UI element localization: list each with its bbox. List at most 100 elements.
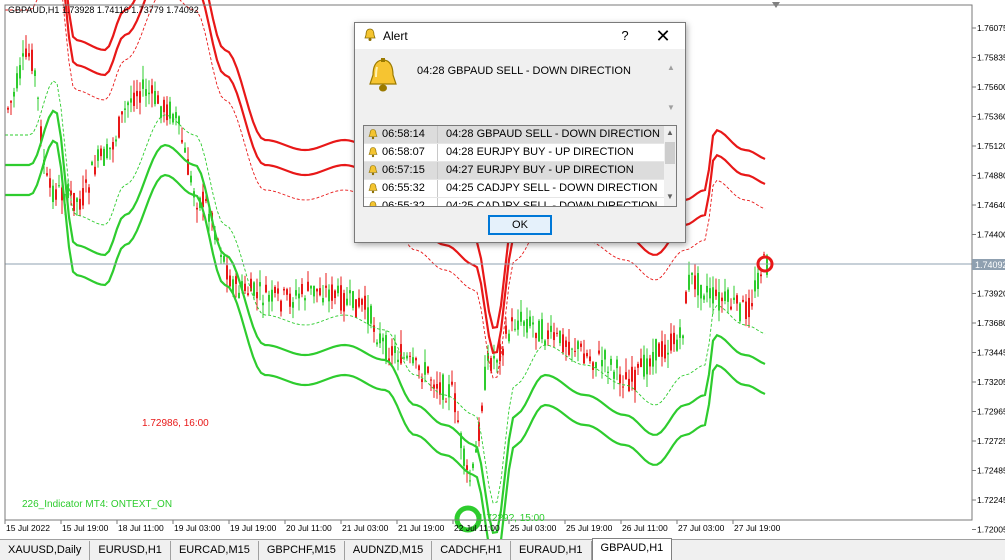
price-tick-label: 1.73205: [977, 377, 1005, 387]
candle-body: [19, 65, 21, 79]
scroll-up-icon[interactable]: ▲: [665, 63, 677, 72]
candle-body: [748, 297, 750, 318]
tab-audnzd-m15[interactable]: AUDNZD,M15: [345, 541, 433, 560]
scroll-up-icon[interactable]: ▲: [664, 128, 676, 137]
candle-body: [478, 422, 480, 441]
candle-body: [223, 255, 225, 262]
candle-body: [283, 288, 285, 291]
candle-body: [397, 359, 399, 363]
tab-xauusd-daily[interactable]: XAUUSD,Daily: [0, 541, 91, 560]
row-time: 06:55:32: [382, 182, 425, 194]
candle-body: [508, 333, 510, 342]
list-item[interactable]: 06:58:07 04:28 EURJPY BUY - UP DIRECTION: [364, 144, 664, 162]
candle-body: [721, 297, 723, 302]
candle-body: [595, 362, 597, 369]
candle-body: [730, 306, 732, 310]
ok-button[interactable]: OK: [488, 215, 552, 235]
candle-body: [352, 291, 354, 308]
list-item[interactable]: 06:55:32 04:25 CADJPY SELL - DOWN DIRECT…: [364, 198, 664, 206]
candle-body: [292, 302, 294, 308]
candle-body: [301, 284, 303, 295]
candle-body: [565, 340, 567, 347]
candle-body: [91, 161, 93, 166]
candle-body: [652, 351, 654, 367]
candle-body: [31, 49, 33, 71]
candle-body: [418, 365, 420, 371]
candle-body: [688, 274, 690, 290]
tab-gbpaud-h1[interactable]: GBPAUD,H1: [591, 538, 673, 560]
candle-body: [25, 48, 27, 57]
candle-body: [517, 320, 519, 330]
candle-body: [271, 289, 273, 302]
candle-body: [550, 325, 552, 332]
tab-cadchf-h1[interactable]: CADCHF,H1: [432, 541, 511, 560]
row-text: 04:25 CADJPY SELL - DOWN DIRECTION: [446, 182, 658, 194]
candle-body: [13, 91, 15, 97]
scroll-thumb[interactable]: [665, 142, 675, 164]
message-scrollbar[interactable]: ▲ ▼: [665, 63, 677, 113]
candle-body: [382, 337, 384, 342]
candle-body: [610, 358, 612, 365]
row-time: 06:58:14: [382, 128, 425, 140]
candle-body: [712, 287, 714, 304]
row-text: 04:28 EURJPY BUY - UP DIRECTION: [446, 146, 634, 158]
candle-body: [646, 358, 648, 375]
candle-body: [718, 292, 720, 311]
candle-body: [376, 342, 378, 345]
candle-body: [547, 330, 549, 339]
time-tick-label: 15 Jul 19:00: [62, 523, 109, 533]
price-tick-label: 1.76075: [977, 23, 1005, 33]
candle-body: [7, 107, 9, 110]
candle-body: [412, 357, 414, 364]
candle-body: [643, 354, 645, 377]
list-item[interactable]: 06:55:32 04:25 CADJPY SELL - DOWN DIRECT…: [364, 180, 664, 198]
candle-body: [655, 339, 657, 361]
candle-body: [415, 357, 417, 361]
bell-icon: [368, 147, 378, 158]
candle-body: [85, 179, 87, 183]
candle-body: [334, 290, 336, 299]
tab-eurusd-h1[interactable]: EURUSD,H1: [90, 541, 171, 560]
row-text: 04:28 GBPAUD SELL - DOWN DIRECTION: [446, 128, 660, 140]
candle-body: [268, 294, 270, 302]
tab-gbpchf-m15[interactable]: GBPCHF,M15: [259, 541, 345, 560]
bell-icon: [364, 28, 376, 41]
candle-body: [136, 90, 138, 97]
candle-body: [274, 286, 276, 293]
scroll-down-icon[interactable]: ▼: [664, 192, 676, 201]
candle-body: [577, 341, 579, 349]
tab-eurcad-m15[interactable]: EURCAD,M15: [171, 541, 259, 560]
scroll-down-icon[interactable]: ▼: [665, 103, 677, 112]
candle-body: [28, 53, 30, 57]
candle-body: [574, 350, 576, 352]
candle-body: [379, 333, 381, 344]
price-tick-label: 1.74400: [977, 230, 1005, 240]
candle-body: [262, 302, 264, 306]
candle-body: [442, 374, 444, 400]
candle-body: [706, 285, 708, 293]
alert-titlebar[interactable]: Alert ? ✕: [355, 23, 685, 49]
list-item[interactable]: 06:57:15 04:27 EURJPY BUY - UP DIRECTION: [364, 162, 664, 180]
candle-body: [82, 188, 84, 206]
chart-header: GBPAUD,H1 1.73928 1.74116 1.73779 1.7409…: [8, 5, 199, 15]
close-button[interactable]: ✕: [653, 26, 673, 46]
list-item[interactable]: 06:58:14 04:28 GBPAUD SELL - DOWN DIRECT…: [364, 126, 664, 144]
candle-body: [511, 317, 513, 322]
candle-body: [79, 198, 81, 210]
tab-euraud-h1[interactable]: EURAUD,H1: [511, 541, 592, 560]
candle-body: [316, 288, 318, 292]
candle-body: [304, 298, 306, 301]
help-button[interactable]: ?: [617, 27, 633, 45]
bell-icon: [368, 165, 378, 176]
candle-body: [439, 382, 441, 395]
bell-icon: [369, 201, 377, 206]
candle-body: [238, 292, 240, 299]
list-scrollbar[interactable]: ▲ ▼: [664, 126, 676, 206]
candle-body: [514, 328, 516, 330]
candle-body: [115, 139, 117, 142]
candle-body: [328, 289, 330, 302]
candle-body: [472, 463, 474, 469]
candle-body: [76, 198, 78, 202]
alert-history-list[interactable]: 06:58:14 04:28 GBPAUD SELL - DOWN DIRECT…: [363, 125, 677, 207]
candle-body: [121, 111, 123, 115]
